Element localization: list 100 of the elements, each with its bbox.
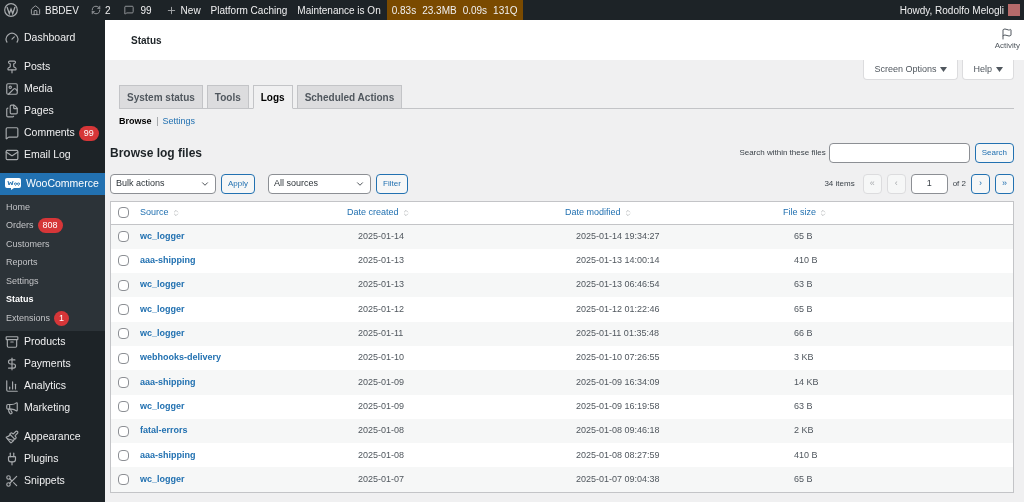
row-checkbox[interactable] [118, 328, 129, 340]
sources-select[interactable]: All sources [268, 173, 371, 194]
row-checkbox[interactable] [118, 255, 129, 267]
stat-value: 23.3MB [422, 3, 457, 18]
sidebar-item[interactable]: Products [0, 330, 66, 353]
tab[interactable]: Logs [252, 85, 293, 109]
column-header[interactable]: Date modified [565, 205, 621, 220]
activity-button[interactable]: Activity [994, 28, 1020, 52]
section-title: Browse log files [110, 144, 203, 162]
pin-icon [5, 60, 19, 74]
apply-button[interactable]: Apply [221, 173, 255, 194]
site-link[interactable]: BBDEV [45, 2, 79, 18]
row-checkbox[interactable] [118, 352, 129, 364]
caret-icon [996, 67, 1003, 72]
sidebar-item[interactable]: Email Log [0, 144, 71, 166]
updates-count[interactable]: 2 [104, 2, 111, 18]
plus-icon [165, 4, 177, 16]
source-link[interactable]: wc_logger [140, 327, 358, 341]
submenu-item[interactable]: Home [0, 200, 30, 214]
updates-icon [90, 5, 101, 15]
source-link[interactable]: aaa-shipping [140, 254, 358, 268]
admin-bar-link[interactable]: Platform Caching [210, 2, 288, 18]
row-checkbox[interactable] [118, 304, 129, 316]
screen-meta-button[interactable]: Screen Options [863, 60, 959, 80]
column-header[interactable]: Date created [347, 205, 399, 220]
sidebar-item[interactable]: WooCommerce [0, 173, 105, 195]
row-checkbox[interactable] [118, 425, 129, 437]
sidebar-item[interactable]: Posts [0, 56, 51, 78]
source-link[interactable]: aaa-shipping [140, 448, 358, 463]
sidebar-item[interactable]: Comments [0, 122, 75, 144]
table-cell-text: 2025-01-07 [358, 472, 406, 486]
table-cell-text: 2025-01-12 [358, 302, 406, 316]
tab[interactable]: Scheduled Actions [296, 85, 403, 109]
column-header[interactable]: File size [783, 205, 816, 220]
source-link[interactable]: wc_logger [140, 278, 358, 292]
subnav-link[interactable]: Browse [119, 115, 152, 129]
stat-value: 0.09s [462, 3, 488, 18]
select-all-checkbox[interactable] [118, 207, 129, 218]
row-checkbox[interactable] [118, 449, 129, 461]
submenu-item[interactable]: Status [0, 293, 34, 307]
sidebar-item[interactable]: Payments [0, 352, 71, 375]
count-badge: 1 [54, 310, 70, 326]
caret-icon [940, 67, 948, 72]
table-cell-text: 65 B [794, 302, 813, 316]
page-number-field[interactable]: 1 [910, 173, 948, 194]
column-header[interactable]: Source [140, 205, 169, 220]
sidebar-item[interactable]: Media [0, 78, 53, 100]
table-cell-text: 2025-01-09 [358, 399, 406, 413]
page-total: of 2 [952, 177, 966, 190]
dashboard-icon [5, 31, 19, 45]
table-cell-text: 2025-01-07 09:04:38 [576, 472, 661, 486]
tab[interactable]: System status [119, 85, 203, 109]
greeting-text[interactable]: Howdy, Rodolfo Melogli [899, 2, 1004, 18]
sort-icon [623, 208, 632, 217]
tab[interactable]: Tools [206, 85, 249, 109]
table-cell: 3 KB [794, 351, 814, 365]
new-link[interactable]: New [180, 2, 201, 18]
subnav-link[interactable]: Settings [162, 115, 196, 129]
row-checkbox[interactable] [118, 231, 129, 243]
search-field[interactable] [828, 142, 970, 163]
submenu-item[interactable]: Reports [0, 256, 38, 270]
query-monitor-stats[interactable]: 0.83s 23.3MB 0.09s 131Q [386, 0, 523, 20]
table-cell-text: 2025-01-08 [358, 448, 406, 462]
sidebar-item[interactable]: Plugins [0, 447, 59, 470]
row-checkbox[interactable] [118, 401, 129, 413]
source-link[interactable]: webhooks-delivery [140, 351, 358, 365]
table-cell-text: 2025-01-14 19:34:27 [576, 229, 661, 243]
wordpress-logo-icon[interactable] [4, 3, 18, 17]
row-checkbox[interactable] [118, 376, 129, 388]
row-checkbox[interactable] [118, 279, 129, 291]
next-page-button[interactable]: › [971, 173, 990, 194]
screen-meta-button[interactable]: Help [962, 60, 1014, 80]
submenu-item[interactable]: Settings [0, 274, 39, 288]
row-checkbox[interactable] [118, 474, 129, 486]
sidebar-item[interactable]: Analytics [0, 374, 66, 397]
comments-count[interactable]: 99 [140, 2, 152, 18]
admin-bar-link[interactable]: Maintenance is On [297, 2, 381, 18]
sidebar-item[interactable]: Snippets [0, 469, 65, 492]
table-cell-text: 2025-01-10 07:26:55 [576, 351, 661, 365]
submenu-item[interactable]: Orders [0, 219, 34, 233]
submenu-item[interactable]: Extensions [0, 311, 51, 325]
sidebar-item[interactable]: Marketing [0, 396, 71, 419]
filter-button[interactable]: Filter [376, 173, 408, 194]
box-icon [5, 334, 19, 349]
source-link[interactable]: wc_logger [140, 399, 358, 414]
megaphone-icon [5, 400, 19, 415]
sidebar-item[interactable]: Appearance [0, 425, 81, 448]
sort-icon [171, 208, 180, 217]
search-button[interactable]: Search [974, 142, 1014, 163]
source-link[interactable]: fatal-errors [140, 424, 358, 438]
source-link[interactable]: aaa-shipping [140, 375, 358, 390]
source-link[interactable]: wc_logger [140, 229, 358, 244]
sidebar-item[interactable]: Dashboard [0, 27, 76, 49]
source-link[interactable]: wc_logger [140, 302, 358, 317]
bulk-actions-select[interactable]: Bulk actions [110, 173, 216, 194]
table-cell-text: 2025-01-13 14:00:14 [576, 254, 661, 268]
submenu-item[interactable]: Customers [0, 237, 50, 251]
sidebar-item[interactable]: Pages [0, 100, 54, 122]
source-link[interactable]: wc_logger [140, 472, 358, 487]
last-page-button[interactable]: » [995, 173, 1014, 194]
